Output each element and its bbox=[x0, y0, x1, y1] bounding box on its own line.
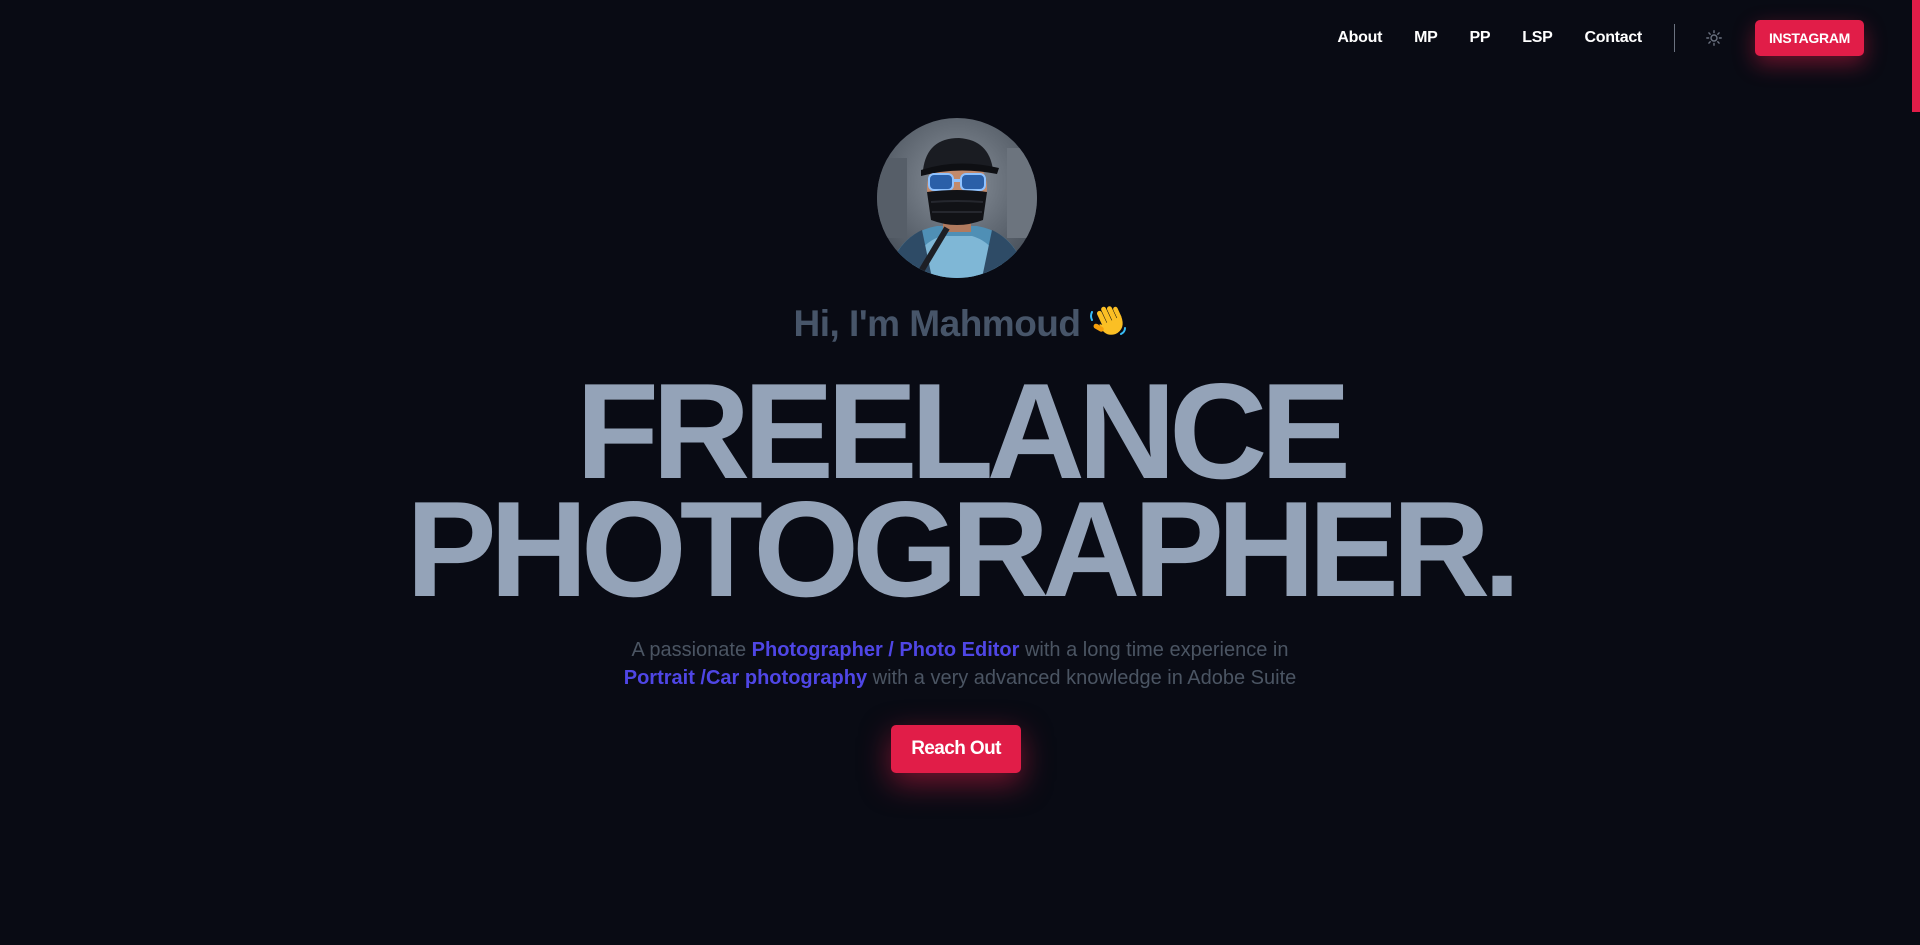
theme-toggle-button[interactable] bbox=[1703, 27, 1725, 49]
nav-link-about[interactable]: About bbox=[1337, 29, 1382, 47]
reach-out-button[interactable]: Reach Out bbox=[891, 725, 1021, 773]
greeting-text: Hi, I'm Mahmoud bbox=[793, 303, 1081, 344]
nav-divider bbox=[1673, 24, 1675, 52]
hero-subtitle: A passionate Photographer / Photo Editor… bbox=[0, 636, 1920, 692]
nav-link-contact[interactable]: Contact bbox=[1584, 29, 1642, 47]
hero-headline: FREELANCE PHOTOGRAPHER. bbox=[0, 363, 1920, 625]
profile-photo-icon bbox=[877, 118, 1037, 278]
subtitle-highlight: Photographer / Photo Editor bbox=[751, 639, 1020, 661]
waving-hand-icon bbox=[1089, 302, 1127, 349]
headline-line-2: PHOTOGRAPHER. bbox=[406, 473, 1521, 625]
subtitle-line-1: A passionate Photographer / Photo Editor… bbox=[0, 636, 1920, 664]
subtitle-text: A passionate bbox=[631, 639, 752, 661]
nav-link-pp[interactable]: PP bbox=[1470, 29, 1491, 47]
profile-avatar bbox=[877, 118, 1037, 278]
top-nav: About MP PP LSP Contact INSTAGRAM bbox=[1337, 20, 1864, 56]
sun-icon bbox=[1706, 30, 1722, 46]
subtitle-highlight: Portrait /Car photography bbox=[623, 667, 868, 689]
nav-link-lsp[interactable]: LSP bbox=[1522, 29, 1553, 47]
scroll-indicator[interactable] bbox=[1912, 0, 1920, 112]
nav-link-mp[interactable]: MP bbox=[1414, 29, 1438, 47]
greeting: Hi, I'm Mahmoud bbox=[0, 302, 1920, 349]
subtitle-line-2: Portrait /Car photography with a very ad… bbox=[0, 664, 1920, 692]
subtitle-text: with a very advanced knowledge in Adobe … bbox=[867, 667, 1297, 689]
subtitle-text: with a long time experience in bbox=[1019, 639, 1289, 661]
instagram-button[interactable]: INSTAGRAM bbox=[1754, 20, 1864, 56]
